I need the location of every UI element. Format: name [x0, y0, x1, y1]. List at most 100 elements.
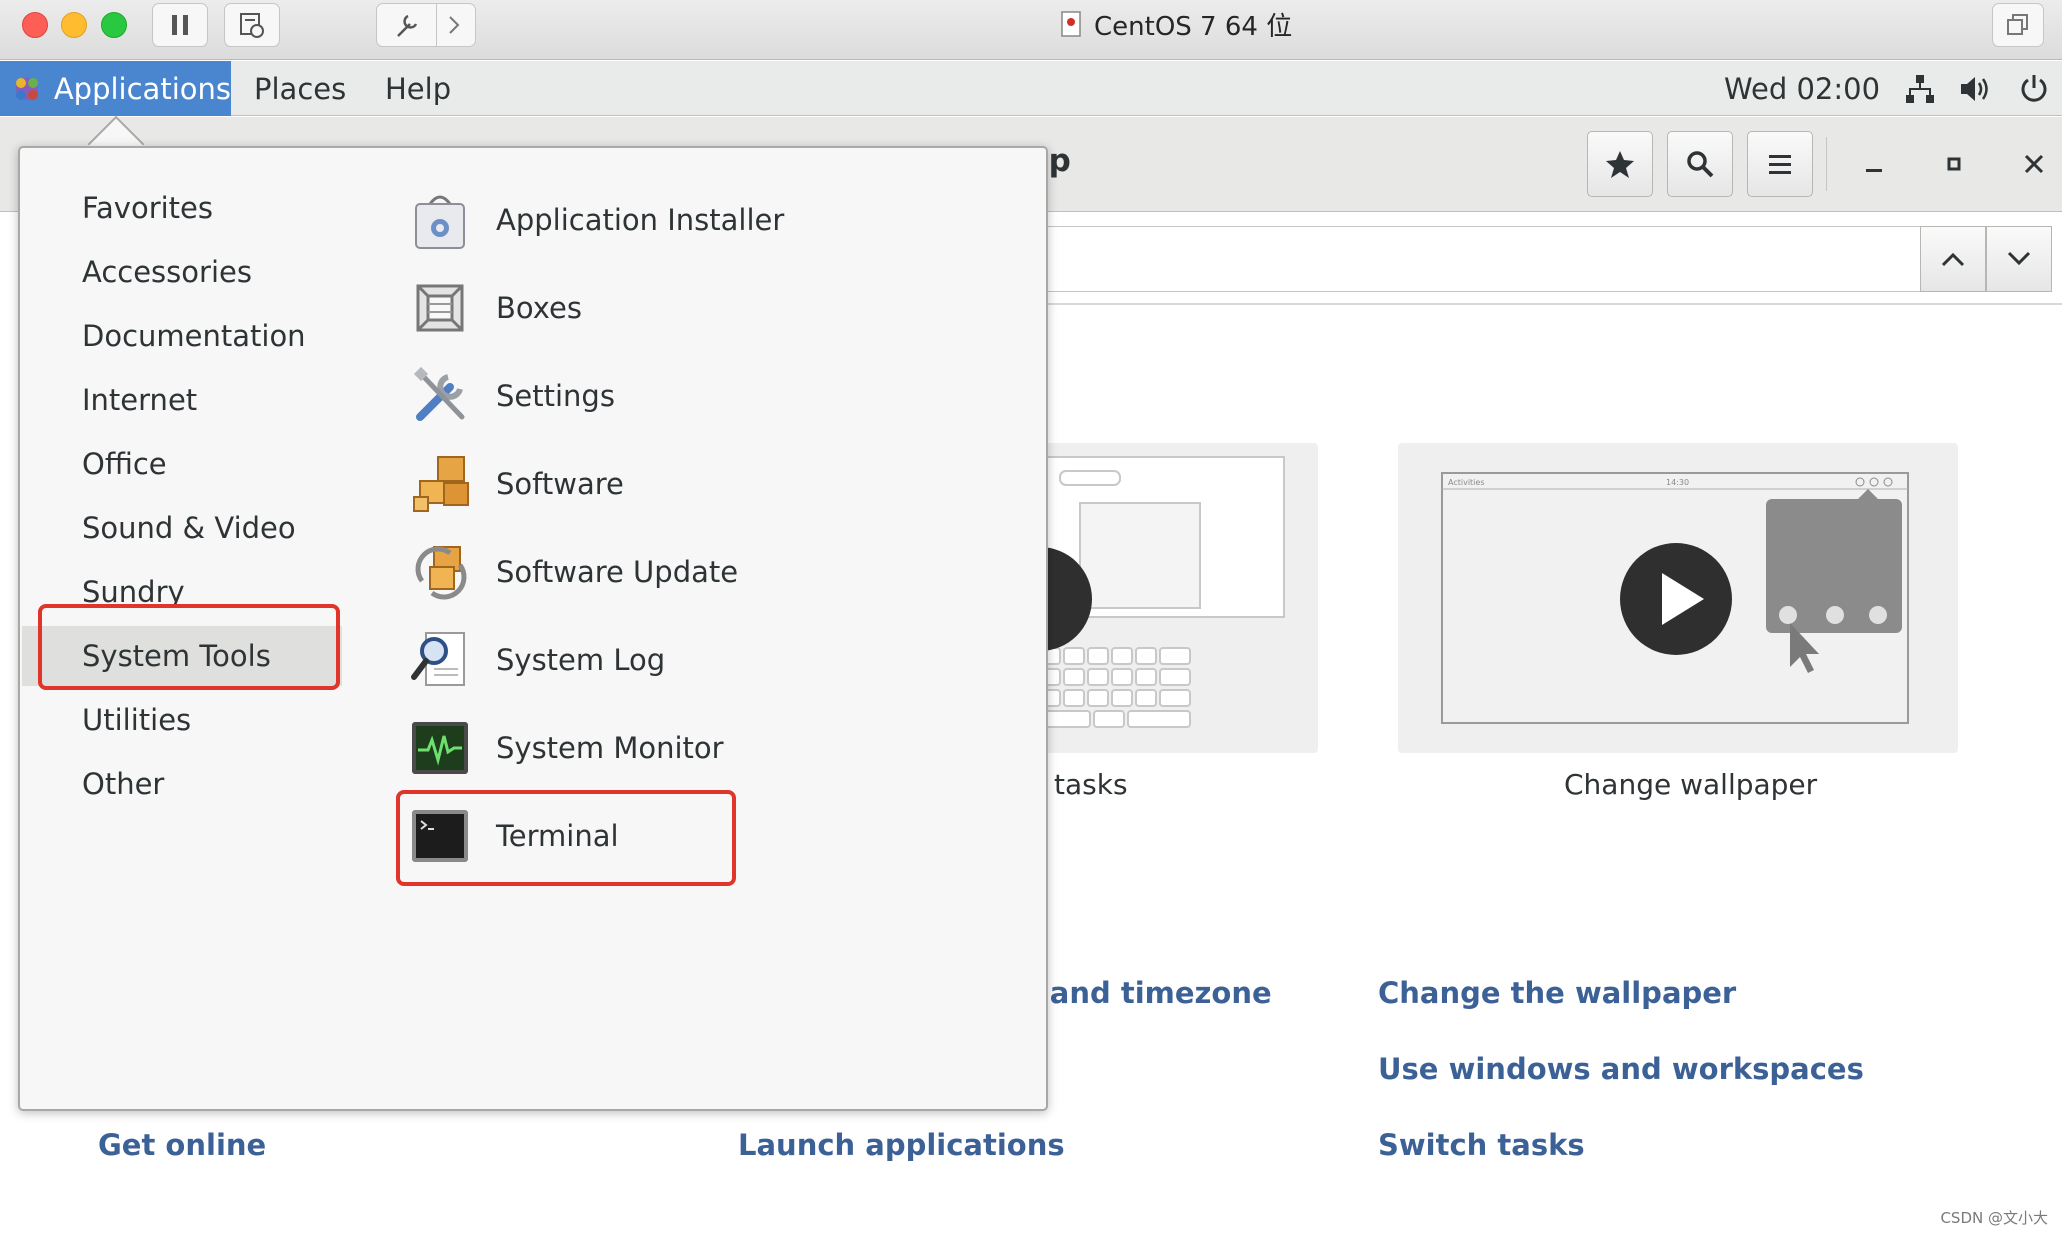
snapshot-button[interactable] [224, 3, 280, 47]
category-label: Internet [82, 383, 198, 417]
boxes-icon [410, 278, 470, 338]
places-menu-button[interactable]: Places [254, 61, 346, 116]
video-card-change-wallpaper[interactable]: Activities 14:30 [1398, 443, 1958, 753]
close-button[interactable] [2004, 131, 2062, 197]
help-label: Help [385, 71, 452, 106]
log-magnifier-icon [410, 630, 470, 690]
app-software-update[interactable]: Software Update [410, 532, 738, 612]
wrench-icon [396, 14, 417, 37]
applications-menu: Favorites Accessories Documentation Inte… [18, 146, 1048, 1111]
category-label: Documentation [82, 319, 306, 353]
mini-activities-label: Activities [1448, 478, 1485, 487]
minimize-icon [1866, 169, 1882, 172]
app-settings[interactable]: Settings [410, 356, 615, 436]
app-application-installer[interactable]: Application Installer [410, 180, 784, 260]
category-documentation[interactable]: Documentation [22, 306, 342, 366]
app-system-log[interactable]: System Log [410, 620, 665, 700]
app-name: Boxes [496, 291, 582, 325]
gnome-topbar: Applications Places Help Wed 02:00 [0, 61, 2062, 116]
mini-clock-label: 14:30 [1666, 478, 1689, 487]
vm-titlebar: CentOS 7 64 位 [0, 0, 2062, 60]
category-sound-video[interactable]: Sound & Video [22, 498, 342, 558]
applications-label: Applications [53, 71, 231, 106]
volume-icon [1961, 76, 1988, 101]
search-icon [1687, 151, 1714, 178]
find-input[interactable] [1040, 226, 1920, 292]
category-label: Office [82, 447, 167, 481]
packages-icon [410, 454, 470, 514]
copy-windows-icon [2007, 14, 2028, 35]
tools-icon [410, 366, 470, 426]
snapshot-icon [240, 13, 264, 38]
close-window-dot[interactable] [22, 12, 48, 38]
wallpaper-illustration: Activities 14:30 [1441, 472, 1909, 724]
app-boxes[interactable]: Boxes [410, 268, 582, 348]
find-bar [1040, 226, 2062, 292]
card-caption-change-wallpaper: Change wallpaper [1564, 768, 1818, 801]
watermark: CSDN @文小大 [1940, 1209, 2048, 1227]
help-menu-button[interactable]: Help [385, 61, 451, 116]
gnome-foot-icon [16, 77, 38, 100]
category-office[interactable]: Office [22, 434, 342, 494]
minimize-button[interactable] [1844, 131, 1904, 197]
volume-indicator[interactable] [1958, 61, 1992, 116]
link-switch-tasks[interactable]: Switch tasks [1378, 1128, 1585, 1162]
card-caption-tasks: tasks [1054, 768, 1128, 801]
link-launch-applications[interactable]: Launch applications [738, 1128, 1065, 1162]
app-name: System Log [496, 643, 666, 677]
maximize-button[interactable] [1924, 131, 1984, 197]
network-wired-icon [1906, 74, 1934, 103]
bag-icon [410, 190, 470, 250]
link-use-windows-workspaces[interactable]: Use windows and workspaces [1378, 1052, 1864, 1086]
pause-icon [172, 15, 188, 35]
vm-window-mode-button[interactable] [1992, 3, 2044, 47]
hamburger-icon [1769, 155, 1791, 174]
chevron-right-icon [448, 16, 459, 34]
vm-title-text: CentOS 7 64 位 [1094, 11, 1293, 42]
find-next-button[interactable] [1986, 226, 2052, 292]
star-icon [1606, 151, 1634, 178]
link-change-wallpaper[interactable]: Change the wallpaper [1378, 976, 1736, 1010]
category-label: Sound & Video [82, 511, 296, 545]
app-system-monitor[interactable]: System Monitor [410, 708, 724, 788]
link-date-timezone[interactable]: e and timezone [1020, 976, 1272, 1010]
menu-button[interactable] [1747, 131, 1813, 197]
vm-settings-button[interactable] [376, 3, 476, 47]
app-name: System Monitor [496, 731, 724, 765]
app-name: Software [496, 467, 624, 501]
clock[interactable]: Wed 02:00 [1724, 61, 1880, 116]
vm-title: CentOS 7 64 位 [1060, 6, 1292, 42]
document-icon [1061, 11, 1081, 37]
highlight-system-tools [38, 604, 340, 690]
pause-vm-button[interactable] [152, 3, 208, 47]
bookmark-button[interactable] [1587, 131, 1653, 197]
power-icon [2021, 74, 2047, 102]
app-software[interactable]: Software [410, 444, 624, 524]
chevron-down-icon [2007, 251, 2031, 266]
app-name: Settings [496, 379, 615, 413]
category-label: Utilities [82, 703, 192, 737]
monitor-icon [410, 718, 470, 778]
category-label: Other [82, 767, 165, 801]
clock-label: Wed 02:00 [1724, 71, 1881, 106]
category-label: Accessories [82, 255, 252, 289]
search-button[interactable] [1667, 131, 1733, 197]
zoom-window-dot[interactable] [101, 12, 127, 38]
minimize-window-dot[interactable] [61, 12, 87, 38]
applications-menu-button[interactable]: Applications [0, 61, 231, 116]
header-separator [1040, 303, 2062, 305]
places-label: Places [254, 71, 347, 106]
category-utilities[interactable]: Utilities [22, 690, 342, 750]
update-icon [410, 542, 470, 602]
power-indicator[interactable] [2018, 61, 2050, 116]
category-favorites[interactable]: Favorites [22, 178, 342, 238]
category-label: Favorites [82, 191, 213, 225]
network-indicator[interactable] [1904, 61, 1936, 116]
link-get-online[interactable]: Get online [98, 1128, 266, 1162]
chevron-up-icon [1941, 252, 1965, 267]
category-accessories[interactable]: Accessories [22, 242, 342, 302]
close-icon [2024, 154, 2044, 174]
find-previous-button[interactable] [1920, 226, 1986, 292]
category-other[interactable]: Other [22, 754, 342, 814]
category-internet[interactable]: Internet [22, 370, 342, 430]
